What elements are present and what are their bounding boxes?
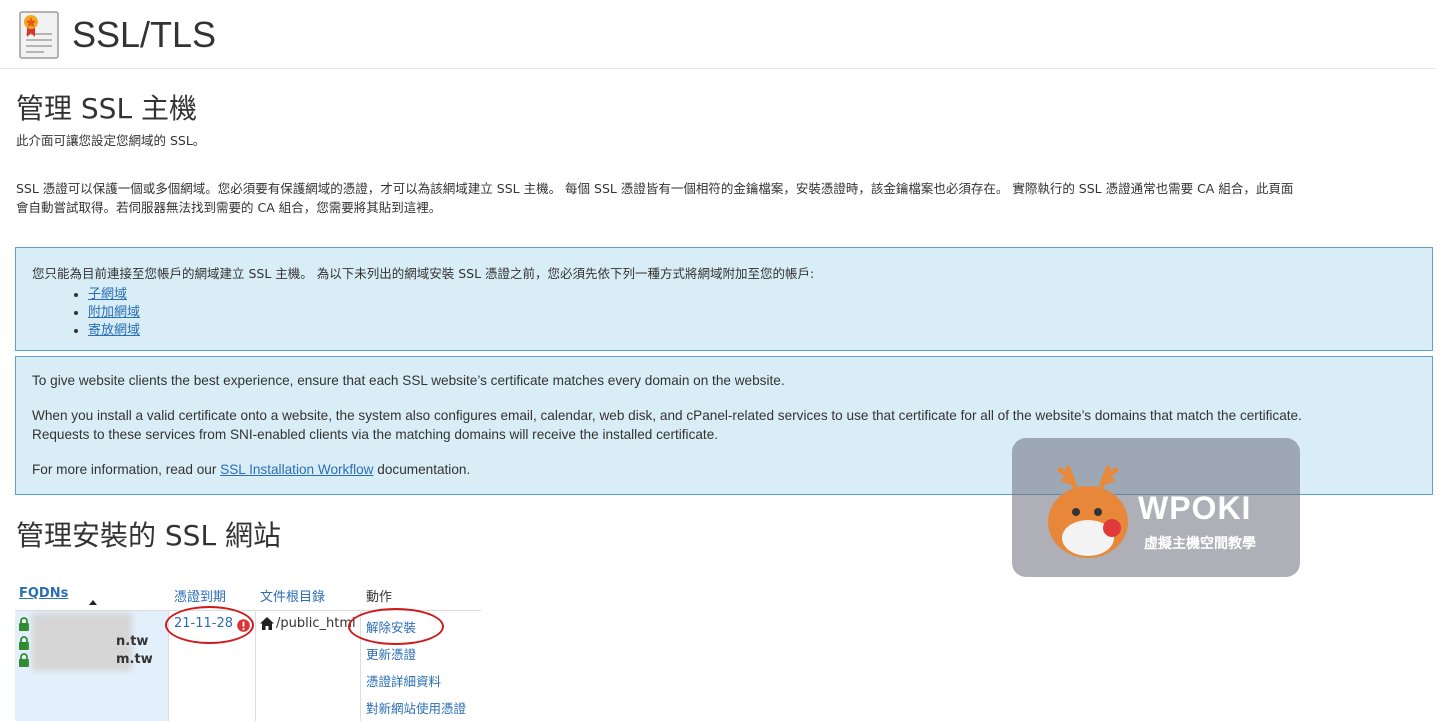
intro-text: 此介面可讓您設定您網域的 SSL。 xyxy=(16,133,206,148)
certificate-details-button[interactable]: 憑證詳細資料 xyxy=(366,674,441,689)
domain-type-links: 子網域 附加網域 寄放網域 xyxy=(32,286,1416,340)
lock-icon xyxy=(19,636,29,650)
watermark: WPOKI 虛擬主機空間教學 xyxy=(1012,438,1300,577)
info-paragraph-1: To give website clients the best experie… xyxy=(32,373,785,388)
certificate-icon xyxy=(19,11,59,59)
update-certificate-button[interactable]: 更新憑證 xyxy=(366,647,416,662)
page-header: SSL/TLS xyxy=(0,0,1436,69)
domain-name: m.tw xyxy=(116,652,153,667)
ssl-installation-workflow-link[interactable]: SSL Installation Workflow xyxy=(220,462,373,477)
highlight-oval-uninstall xyxy=(348,608,444,645)
parked-domain-link[interactable]: 寄放網域 xyxy=(88,323,140,338)
watermark-subtitle: 虛擬主機空間教學 xyxy=(1144,536,1256,552)
reindeer-logo-icon xyxy=(1048,465,1128,558)
document-root: /public_html xyxy=(276,616,356,631)
description-line-1: SSL 憑證可以保護一個或多個網域。您必須要有保護網域的憑證，才可以為該網域建立… xyxy=(16,181,1294,196)
lock-icon xyxy=(19,617,29,631)
column-header-actions: 動作 xyxy=(366,590,393,605)
sort-fqdns-link[interactable]: FQDNs xyxy=(19,586,68,601)
page-title: SSL/TLS xyxy=(72,14,217,55)
column-header-expiry: 憑證到期 xyxy=(174,586,226,605)
subdomain-link[interactable]: 子網域 xyxy=(88,287,127,302)
highlight-oval-expiry xyxy=(165,606,254,644)
addon-domain-link[interactable]: 附加網域 xyxy=(88,305,140,320)
watermark-title: WPOKI xyxy=(1138,490,1252,526)
domain-name: n.tw xyxy=(116,634,149,649)
use-certificate-new-site-button[interactable]: 對新網站使用憑證 xyxy=(366,701,466,716)
column-header-docroot: 文件根目錄 xyxy=(260,586,325,605)
domain-notice-box: 您只能為目前連接至您帳戶的網域建立 SSL 主機。 為以下未列出的網域安裝 SS… xyxy=(15,247,1433,351)
sort-expiry-link[interactable]: 憑證到期 xyxy=(174,590,226,605)
domain-notice-text: 您只能為目前連接至您帳戶的網域建立 SSL 主機。 為以下未列出的網域安裝 SS… xyxy=(32,266,815,281)
sort-ascending-icon xyxy=(89,600,97,605)
sort-docroot-link[interactable]: 文件根目錄 xyxy=(260,590,325,605)
column-header-fqdns: FQDNs xyxy=(19,586,68,601)
home-icon xyxy=(260,617,274,630)
lock-icon xyxy=(19,653,29,667)
section-heading-manage-hosts: 管理 SSL 主機 xyxy=(16,92,197,125)
description-line-2: 會自動嘗試取得。若伺服器無法找到需要的 CA 組合，您需要將其貼到這裡。 xyxy=(16,200,442,215)
section-heading-installed-sites: 管理安裝的 SSL 網站 xyxy=(16,519,281,552)
